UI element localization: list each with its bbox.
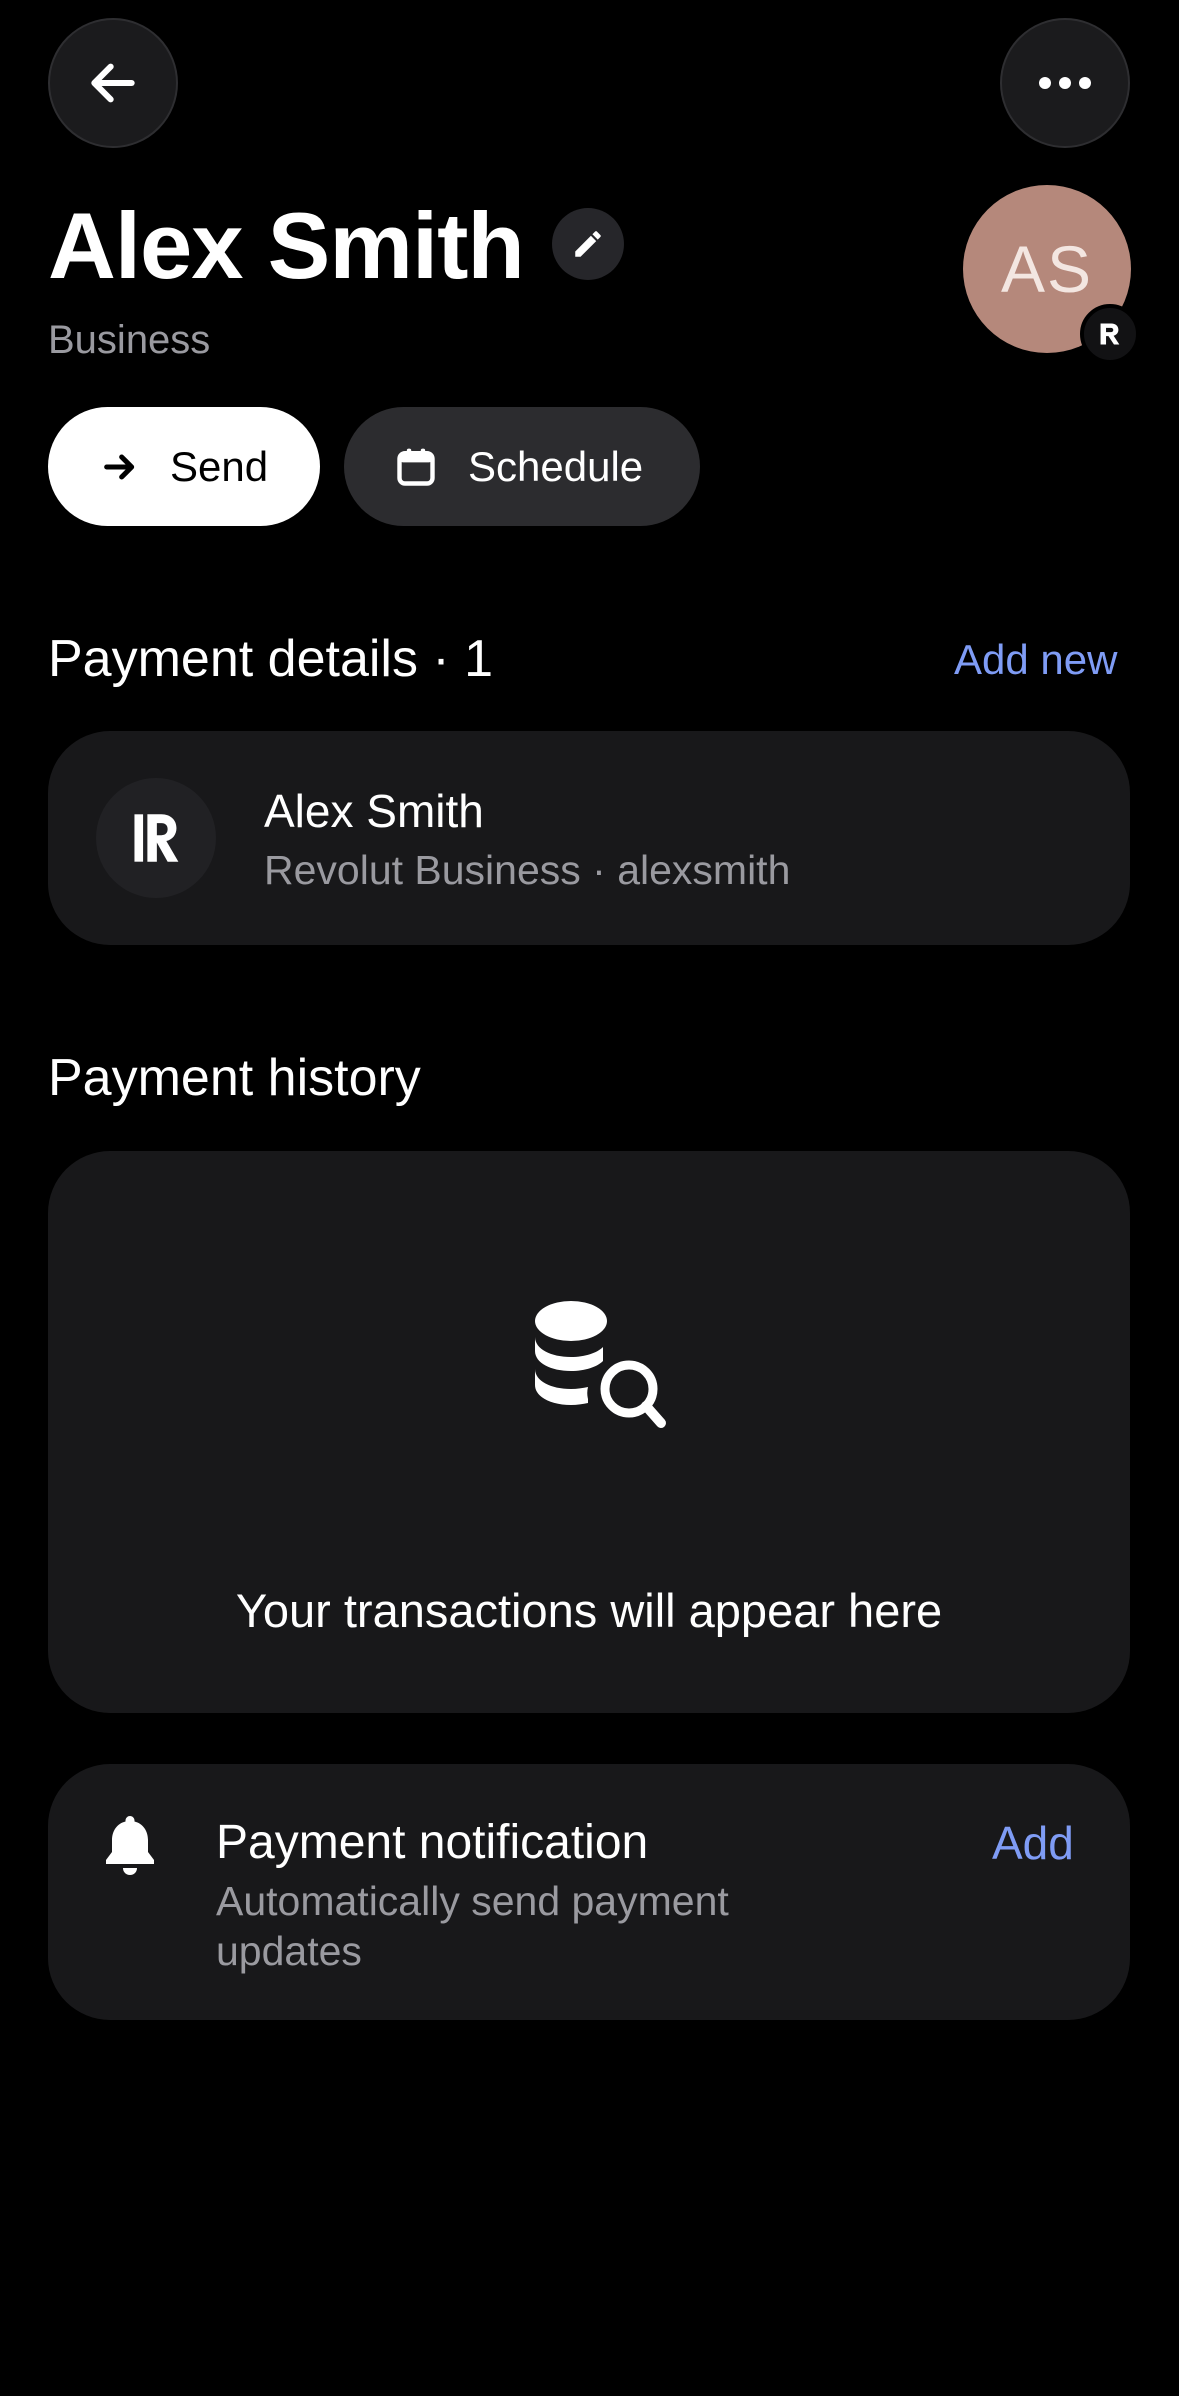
back-button[interactable]	[48, 18, 178, 148]
payment-history-title: Payment history	[48, 1049, 421, 1107]
payment-detail-name: Alex Smith	[264, 785, 484, 837]
payment-detail-subtitle: Revolut Business · alexsmith	[264, 847, 791, 893]
more-horizontal-icon	[1039, 77, 1091, 89]
revolut-logo-icon	[1100, 323, 1120, 345]
schedule-button[interactable]: Schedule	[344, 407, 700, 526]
send-button[interactable]: Send	[48, 407, 320, 526]
bell-icon	[106, 1816, 154, 1875]
schedule-label: Schedule	[468, 442, 644, 490]
edit-name-button[interactable]	[552, 208, 624, 280]
notification-subtitle: Automatically send payment updates	[216, 1878, 729, 1974]
avatar-initials: AS	[1000, 232, 1094, 306]
more-options-button[interactable]	[1000, 18, 1130, 148]
arrow-left-icon	[91, 63, 135, 103]
add-notification-link[interactable]: Add	[992, 1814, 1074, 1872]
payment-detail-card[interactable]: Alex Smith Revolut Business · alexsmith	[48, 731, 1130, 945]
payment-notification-card: Payment notification Automatically send …	[48, 1764, 1130, 2020]
coins-search-icon	[535, 1301, 666, 1428]
avatar-badge	[1080, 304, 1140, 364]
notification-title: Payment notification	[216, 1816, 649, 1869]
send-label: Send	[170, 442, 269, 490]
calendar-icon	[397, 448, 435, 486]
revolut-logo-icon	[134, 814, 179, 862]
empty-state-text: Your transactions will appear here	[235, 1584, 943, 1637]
pencil-icon	[575, 231, 601, 257]
bank-logo	[96, 778, 216, 898]
add-new-link[interactable]: Add new	[954, 634, 1117, 686]
arrow-right-icon	[104, 454, 135, 479]
contact-type: Business	[48, 318, 211, 362]
payment-history-card: Your transactions will appear here	[48, 1151, 1130, 1713]
payment-details-title: Payment details · 1	[48, 630, 494, 688]
contact-name: Alex Smith	[48, 193, 525, 298]
